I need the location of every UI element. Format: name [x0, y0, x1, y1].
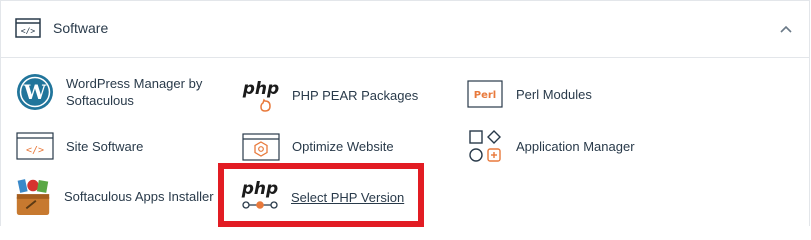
code-window-icon: </> [15, 18, 41, 43]
svg-text:W: W [23, 80, 47, 104]
item-label: Softaculous Apps Installer [64, 188, 214, 204]
software-item-wordpress-manager[interactable]: W WordPress Manager by Softaculous [15, 72, 216, 112]
item-label: Optimize Website [292, 138, 394, 154]
svg-text:php: php [241, 179, 278, 199]
software-item-optimize-website[interactable]: Optimize Website [241, 126, 394, 166]
chevron-up-icon[interactable] [779, 21, 793, 39]
svg-text:php: php [242, 79, 279, 99]
panel-header[interactable]: </> Software [1, 1, 809, 58]
item-label: Perl Modules [516, 86, 592, 102]
svg-text:</>: </> [21, 27, 36, 36]
svg-text:Perl: Perl [474, 90, 496, 101]
software-item-php-pear[interactable]: php PHP PEAR Packages [241, 75, 418, 115]
perl-icon: Perl [465, 74, 505, 114]
optimize-icon [241, 126, 281, 166]
section-title: Software [53, 20, 109, 36]
item-label: WordPress Manager by Softaculous [66, 76, 203, 108]
wordpress-icon: W [15, 72, 55, 112]
php-version-icon: php [240, 177, 280, 217]
svg-text:</>: </> [26, 145, 44, 156]
item-label: Application Manager [516, 138, 635, 154]
code-window-icon: </> [15, 126, 55, 166]
app-grid-icon [465, 126, 505, 166]
software-item-softaculous[interactable]: Softaculous Apps Installer [13, 176, 214, 216]
item-label: PHP PEAR Packages [292, 87, 419, 103]
item-label: Select PHP Version [291, 189, 405, 205]
item-label: Site Software [66, 138, 144, 154]
software-item-perl-modules[interactable]: Perl Perl Modules [465, 74, 592, 114]
software-item-site-software[interactable]: </> Site Software [15, 126, 143, 166]
software-panel: </> Software W WordPress Manager by Soft… [0, 0, 810, 227]
php-pear-icon: php [241, 75, 281, 115]
softaculous-icon [13, 176, 53, 216]
software-item-application-manager[interactable]: Application Manager [465, 126, 635, 166]
software-item-select-php-version[interactable]: php Select PHP Version [240, 177, 404, 217]
